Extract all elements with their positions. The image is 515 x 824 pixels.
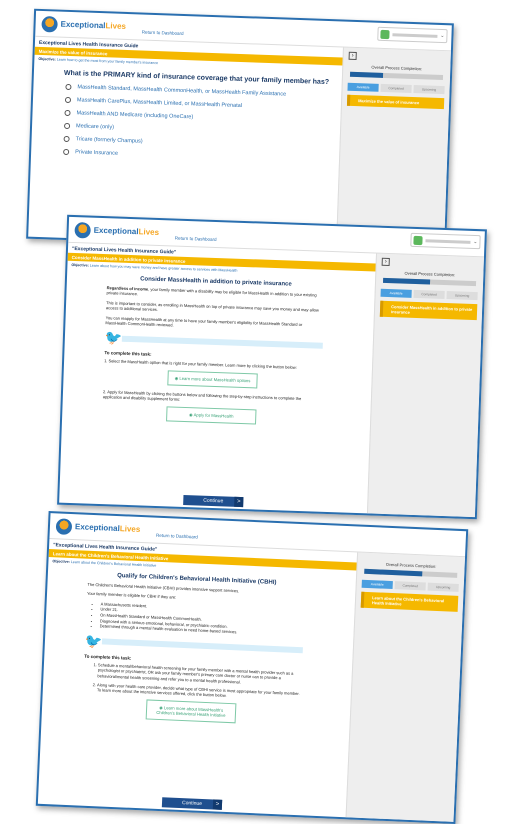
- bird-icon: 🐦: [84, 632, 103, 650]
- bird-icon: 🐦: [104, 329, 123, 347]
- tab-upcoming[interactable]: Upcoming: [446, 291, 478, 301]
- chevron-down-icon: ⌄: [440, 32, 445, 40]
- progress-sidebar: Overall Process Completion: Available Co…: [345, 552, 466, 822]
- radio-icon[interactable]: [63, 122, 71, 130]
- tab-completed[interactable]: Completed: [394, 581, 426, 591]
- available-task-card[interactable]: Learn about the Children's Behavioral He…: [360, 591, 459, 612]
- continue-button[interactable]: Continue >: [161, 797, 223, 810]
- logo[interactable]: ExceptionalLives: [55, 517, 141, 538]
- user-menu[interactable]: ⌄: [377, 26, 448, 44]
- tab-available[interactable]: Available: [347, 82, 379, 92]
- progress-sidebar: › Overall Process Completion: Available …: [335, 47, 451, 252]
- tab-upcoming[interactable]: Upcoming: [427, 582, 459, 592]
- logo[interactable]: ExceptionalLives: [41, 15, 126, 35]
- continue-button[interactable]: Continue >: [183, 494, 244, 508]
- radio-icon[interactable]: [64, 96, 72, 104]
- overall-progress-bar: [364, 568, 458, 578]
- logo-icon: [74, 221, 91, 239]
- available-task-card[interactable]: Consider MassHealth in addition to priva…: [379, 300, 478, 321]
- user-email: [425, 238, 471, 244]
- question-heading: What is the PRIMARY kind of insurance co…: [63, 69, 330, 87]
- insurance-option[interactable]: MassHealth Standard, MassHealth CommonHe…: [65, 83, 341, 100]
- insurance-option[interactable]: MassHealth AND Medicare (including OneCa…: [64, 109, 340, 126]
- insurance-option[interactable]: MassHealth CarePlus, MassHealth Limited,…: [64, 96, 341, 113]
- insurance-option[interactable]: Tricare (formerly Champus): [63, 135, 340, 152]
- tab-completed[interactable]: Completed: [380, 83, 412, 93]
- return-to-dashboard-link[interactable]: Return to Dashboard: [142, 30, 184, 36]
- radio-icon[interactable]: [63, 135, 70, 143]
- learn-more-cbhi-button[interactable]: ◉ Learn more about MassHealth's Children…: [145, 699, 237, 724]
- insurance-option[interactable]: Medicare (only): [63, 122, 340, 139]
- available-task-card[interactable]: Maximize the value of insurance: [346, 94, 445, 110]
- return-to-dashboard-link[interactable]: Return to Dashboard: [156, 533, 198, 540]
- overall-completion-label: Overall Process Completion:: [371, 64, 423, 72]
- avatar-icon: [380, 29, 390, 39]
- avatar-icon: [413, 235, 423, 245]
- collapse-sidebar-icon[interactable]: ›: [381, 257, 390, 267]
- learn-more-masshealth-button[interactable]: ◉ Learn more about MassHealth options: [167, 370, 258, 389]
- overall-completion-label: Overall Process Completion:: [404, 270, 456, 278]
- return-to-dashboard-link[interactable]: Return to Dashboard: [175, 236, 217, 242]
- logo[interactable]: ExceptionalLives: [74, 221, 159, 241]
- step: 2. Apply for MassHealth by clicking the …: [102, 388, 302, 402]
- progress-sidebar: › Overall Process Completion: Available …: [366, 253, 484, 518]
- radio-icon[interactable]: [64, 109, 71, 117]
- arrow-right-icon: >: [212, 799, 223, 810]
- radio-icon[interactable]: [65, 83, 72, 91]
- tab-upcoming[interactable]: Upcoming: [413, 85, 445, 95]
- screenshot-cbhi: ExceptionalLives Return to Dashboard "Ex…: [35, 510, 469, 824]
- overall-progress-bar: [383, 277, 477, 287]
- tab-available[interactable]: Available: [380, 288, 412, 298]
- user-email: [392, 32, 438, 38]
- tab-available[interactable]: Available: [361, 579, 393, 590]
- tab-completed[interactable]: Completed: [413, 289, 445, 299]
- eligibility-list: A Massachusetts resident. Under 21. On M…: [100, 601, 305, 638]
- arrow-right-icon: >: [234, 496, 244, 508]
- insurance-option[interactable]: Private Insurance: [63, 148, 339, 165]
- logo-icon: [41, 15, 58, 33]
- logo-icon: [55, 517, 73, 535]
- steps-list: Schedule a mental/behavioral health scre…: [97, 662, 302, 702]
- radio-icon[interactable]: [63, 148, 70, 156]
- chevron-down-icon: ⌄: [473, 238, 478, 246]
- apply-masshealth-button[interactable]: ◉ Apply for MassHealth: [166, 405, 257, 424]
- overall-progress-bar: [349, 71, 444, 81]
- screenshot-consider-masshealth: ExceptionalLives Return to Dashboard ⌄ "…: [57, 214, 487, 520]
- divider: 🐦: [105, 329, 323, 354]
- collapse-sidebar-icon[interactable]: ›: [348, 51, 357, 61]
- user-menu[interactable]: ⌄: [410, 232, 481, 250]
